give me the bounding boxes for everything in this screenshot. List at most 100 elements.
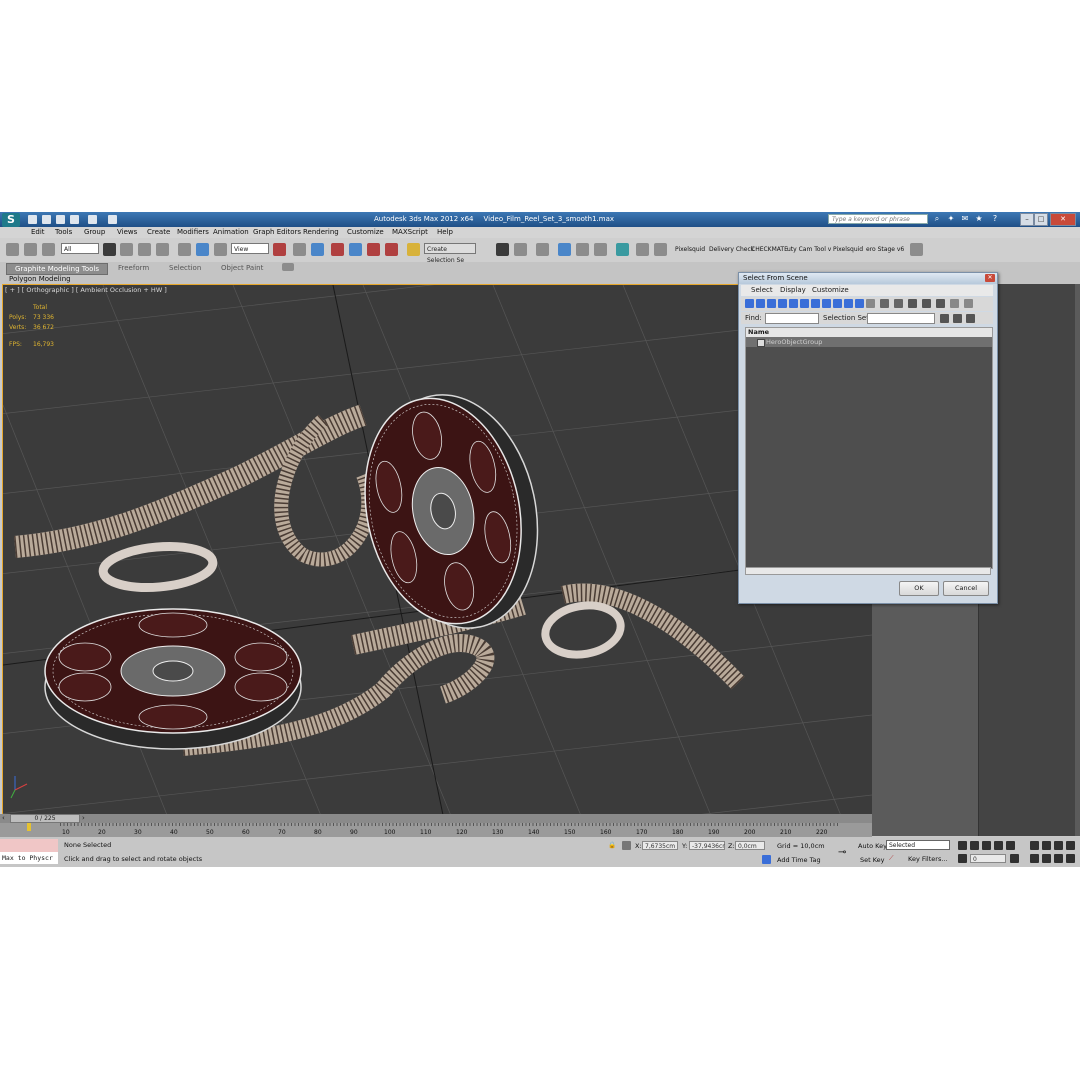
script-cam-tool-button[interactable]: uty Cam Tool v — [787, 246, 831, 253]
find-input[interactable] — [765, 313, 819, 324]
favorites-icon[interactable]: ★ — [974, 214, 984, 224]
graphite-toggle-icon[interactable] — [558, 243, 571, 256]
select-and-scale-icon[interactable] — [214, 243, 227, 256]
lock-selection-icon[interactable]: 🔒 — [608, 841, 616, 849]
auto-key-button[interactable]: Auto Key — [858, 842, 887, 850]
undo-icon[interactable] — [70, 215, 79, 224]
script-delivery-check-button[interactable]: Delivery Check — [709, 246, 754, 253]
save-file-icon[interactable] — [56, 215, 65, 224]
time-configuration-icon[interactable] — [1010, 854, 1019, 863]
dialog-menu-customize[interactable]: Customize — [812, 286, 849, 294]
menu-customize[interactable]: Customize — [347, 228, 384, 236]
dialog-menu-select[interactable]: Select — [751, 286, 773, 294]
display-cameras-icon[interactable] — [778, 299, 787, 308]
tab-selection[interactable]: Selection — [169, 263, 201, 273]
current-frame-marker[interactable] — [27, 823, 31, 831]
menu-help[interactable]: Help — [437, 228, 453, 236]
select-by-name-icon[interactable] — [120, 243, 133, 256]
display-space-warps-icon[interactable] — [800, 299, 809, 308]
key-mode-toggle-icon[interactable] — [958, 854, 967, 863]
time-prev-icon[interactable]: ‹ — [2, 814, 5, 822]
display-xrefs-icon[interactable] — [822, 299, 831, 308]
display-all-icon[interactable] — [866, 299, 875, 308]
render-setup-icon[interactable] — [636, 243, 649, 256]
maximize-viewport-icon[interactable] — [1066, 854, 1075, 863]
film-reel-lying[interactable] — [44, 608, 302, 750]
dialog-title[interactable]: Select From Scene — [739, 273, 997, 284]
menu-maxscript[interactable]: MAXScript — [392, 228, 428, 236]
key-icon[interactable]: ⊸ — [838, 847, 846, 858]
maxscript-listener-top[interactable] — [0, 839, 58, 852]
keyboard-shortcut-override-icon[interactable] — [311, 243, 324, 256]
menu-tools[interactable]: Tools — [55, 228, 72, 236]
ok-button[interactable]: OK — [899, 581, 939, 596]
project-folder-icon[interactable] — [108, 215, 117, 224]
film-reel-standing[interactable] — [345, 379, 558, 645]
maxscript-listener-input[interactable]: Max to Physcr — [0, 852, 58, 864]
select-from-scene-dialog[interactable]: Select From Scene ✕ Select Display Custo… — [738, 272, 998, 604]
layer-manager-icon[interactable] — [536, 243, 549, 256]
y-coordinate-field[interactable]: -37,9436cr — [689, 841, 725, 850]
subscription-icon[interactable]: ✦ — [946, 214, 956, 224]
menu-animation[interactable]: Animation — [213, 228, 249, 236]
menu-group[interactable]: Group — [84, 228, 105, 236]
selection-set-dropdown[interactable] — [867, 313, 935, 324]
pivot-center-icon[interactable] — [273, 243, 286, 256]
display-invert-icon[interactable] — [894, 299, 903, 308]
menu-edit[interactable]: Edit — [31, 228, 45, 236]
script-pixelsquid-button[interactable]: Pixelsquid — [675, 246, 705, 253]
key-filters-button[interactable]: Key Filters... — [908, 855, 948, 863]
track-bar[interactable]: 10 20 30 40 50 60 70 80 90 100 110 120 1… — [0, 823, 872, 837]
dialog-close-button[interactable]: ✕ — [985, 274, 995, 282]
create-set-icon[interactable] — [953, 314, 962, 323]
script-pixelsquid-2-button[interactable]: Pixelsquid — [833, 246, 863, 253]
curve-editor-icon[interactable] — [576, 243, 589, 256]
help-icon[interactable]: ? — [990, 214, 1000, 224]
ribbon-options-icon[interactable] — [282, 263, 294, 271]
go-to-end-icon[interactable] — [1006, 841, 1015, 850]
add-time-tag-button[interactable]: Add Time Tag — [777, 856, 821, 864]
unlink-icon[interactable] — [24, 243, 37, 256]
teapot-icon[interactable] — [910, 243, 923, 256]
zoom-extents-all-icon[interactable] — [1066, 841, 1075, 850]
cancel-button[interactable]: Cancel — [943, 581, 989, 596]
script-hero-stage-button[interactable]: ero Stage v6 — [866, 246, 904, 253]
x-coordinate-field[interactable]: 7,6735cm — [642, 841, 678, 850]
previous-frame-icon[interactable] — [970, 841, 979, 850]
rectangle-selection-icon[interactable] — [138, 243, 151, 256]
zoom-icon[interactable] — [1030, 841, 1039, 850]
open-file-icon[interactable] — [42, 215, 51, 224]
sync-selection-icon[interactable] — [908, 299, 917, 308]
list-item[interactable]: HeroObjectGroup — [746, 337, 992, 347]
select-and-link-icon[interactable] — [6, 243, 19, 256]
field-of-view-icon[interactable] — [1030, 854, 1039, 863]
default-in-out-tangent-icon[interactable]: ⟋ — [889, 854, 894, 863]
selection-filter-dropdown[interactable]: All — [61, 243, 99, 254]
viewport-label[interactable]: [ + ] [ Orthographic ] [ Ambient Occlusi… — [5, 286, 167, 294]
menu-create[interactable]: Create — [147, 228, 170, 236]
search-icon[interactable]: ⌕ — [932, 214, 942, 224]
display-none-icon[interactable] — [880, 299, 889, 308]
key-mode-dropdown[interactable]: Selected — [886, 840, 950, 850]
zoom-extents-icon[interactable] — [1054, 841, 1063, 850]
select-manipulate-icon[interactable] — [293, 243, 306, 256]
schematic-view-icon[interactable] — [594, 243, 607, 256]
column-header-name[interactable]: Name — [746, 328, 992, 337]
polygon-modeling-panel[interactable]: Polygon Modeling — [9, 275, 71, 283]
redo-icon[interactable] — [88, 215, 97, 224]
tab-object-paint[interactable]: Object Paint — [221, 263, 263, 273]
select-all-icon[interactable] — [922, 299, 931, 308]
orbit-icon[interactable] — [1054, 854, 1063, 863]
dialog-menu-display[interactable]: Display — [780, 286, 806, 294]
menu-rendering[interactable]: Rendering — [303, 228, 339, 236]
keyword-search-input[interactable]: Type a keyword or phrase — [828, 214, 928, 224]
menu-views[interactable]: Views — [117, 228, 137, 236]
app-logo-icon[interactable]: S — [2, 213, 20, 227]
time-slider[interactable]: ‹ 0 / 225 › — [0, 814, 872, 823]
display-helpers-icon[interactable] — [789, 299, 798, 308]
play-icon[interactable] — [982, 841, 991, 850]
selection-set-icon[interactable] — [940, 314, 949, 323]
menu-modifiers[interactable]: Modifiers — [177, 228, 209, 236]
edit-named-selection-icon[interactable] — [407, 243, 420, 256]
new-file-icon[interactable] — [28, 215, 37, 224]
